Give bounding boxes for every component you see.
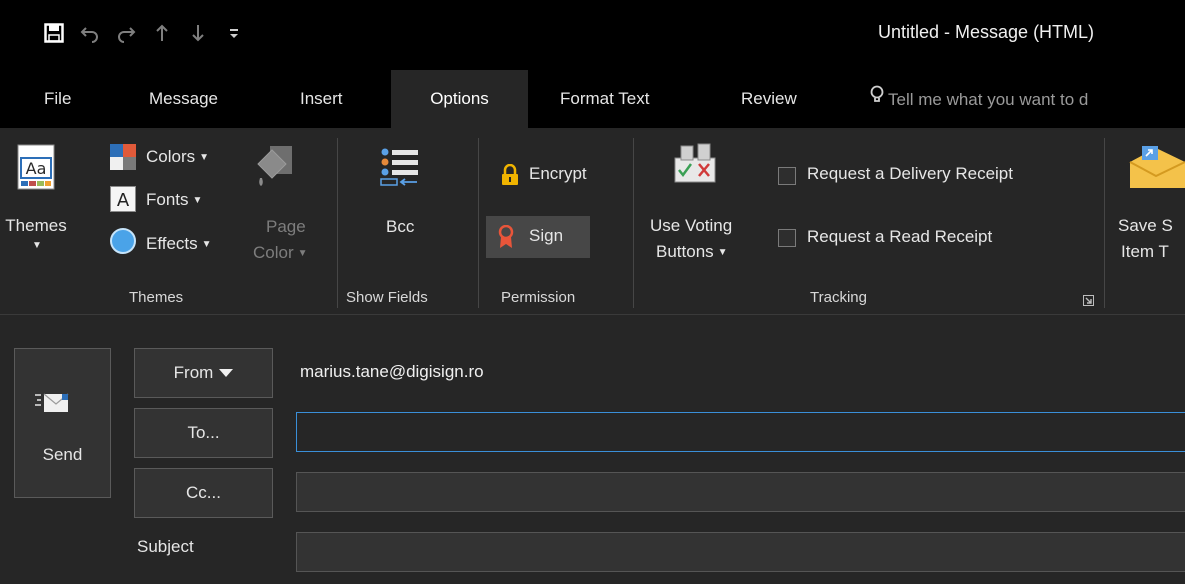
ribbon-tabs: File Message Insert Options Format Text …: [0, 70, 1185, 128]
tab-review[interactable]: Review: [741, 70, 797, 128]
arrow-down-icon[interactable]: [180, 18, 216, 48]
title-bar: Untitled - Message (HTML): [0, 0, 1185, 70]
voting-buttons-icon[interactable]: [673, 142, 717, 189]
undo-icon[interactable]: [72, 18, 108, 48]
delivery-receipt-label[interactable]: Request a Delivery Receipt: [807, 164, 1013, 184]
sign-button[interactable]: Sign: [486, 216, 590, 258]
to-input[interactable]: [296, 412, 1185, 452]
envelope-send-icon: [35, 391, 71, 420]
from-label: From: [173, 363, 214, 382]
tab-message[interactable]: Message: [149, 70, 218, 128]
subject-input[interactable]: [296, 532, 1185, 572]
read-receipt-checkbox[interactable]: [778, 229, 796, 247]
tab-insert[interactable]: Insert: [300, 70, 343, 128]
themes-icon[interactable]: Aa: [17, 144, 55, 195]
read-receipt-label[interactable]: Request a Read Receipt: [807, 227, 992, 247]
tab-file[interactable]: File: [44, 70, 71, 128]
customize-icon[interactable]: [216, 18, 252, 48]
paint-bucket-icon: [254, 144, 294, 195]
window-title: Untitled - Message (HTML): [878, 22, 1095, 42]
tab-options[interactable]: Options: [391, 70, 528, 128]
cc-input[interactable]: [296, 472, 1185, 512]
save-sent-item-label-line1[interactable]: Save S: [1118, 216, 1173, 236]
delivery-receipt-checkbox[interactable]: [778, 167, 796, 185]
subject-label: Subject: [137, 537, 194, 556]
group-separator: [633, 138, 634, 308]
from-address: marius.tane@digisign.ro: [300, 362, 484, 381]
arrow-up-icon[interactable]: [144, 18, 180, 48]
group-separator: [1104, 138, 1105, 308]
chevron-down-icon: [219, 369, 234, 377]
tell-me-placeholder: Tell me what you want to d: [888, 90, 1089, 109]
themes-dropdown-caret[interactable]: ▼: [32, 240, 42, 251]
save-icon[interactable]: [36, 18, 72, 48]
send-button[interactable]: Send: [14, 348, 111, 498]
sign-label: Sign: [529, 226, 564, 245]
colors-icon: [110, 144, 136, 175]
tab-format-text[interactable]: Format Text: [560, 70, 649, 128]
fonts-button[interactable]: Fonts ▼: [146, 190, 202, 210]
tell-me-search[interactable]: Tell me what you want to d: [870, 70, 1088, 128]
lightbulb-icon: [870, 70, 884, 128]
bcc-icon[interactable]: [379, 148, 421, 193]
group-separator: [478, 138, 479, 308]
ribbon-seal-icon: [498, 224, 514, 254]
group-label-show-fields: Show Fields: [346, 289, 428, 306]
group-label-themes: Themes: [129, 289, 184, 306]
ribbon: Aa Themes ▼ Colors ▼ A Fonts ▼ Effects ▼ Pa…: [0, 128, 1185, 314]
group-separator: [337, 138, 338, 308]
effects-icon: [110, 228, 136, 259]
bcc-button[interactable]: Bcc: [386, 217, 414, 237]
encrypt-button[interactable]: Encrypt: [529, 164, 587, 184]
group-label-permission: Permission: [501, 289, 576, 306]
colors-button[interactable]: Colors ▼: [146, 147, 209, 167]
effects-button[interactable]: Effects ▼: [146, 234, 212, 254]
ribbon-divider: [0, 314, 1185, 315]
group-label-tracking: Tracking: [810, 289, 867, 306]
page-color-button[interactable]: Color ▼: [253, 243, 308, 263]
svg-text:A: A: [117, 190, 130, 211]
use-voting-buttons-dropdown[interactable]: Buttons ▼: [656, 242, 728, 262]
fonts-icon: A: [110, 186, 136, 217]
page-color-label-line1[interactable]: Page: [266, 217, 306, 237]
cc-button[interactable]: Cc...: [134, 468, 273, 518]
save-sent-item-icon[interactable]: [1128, 144, 1185, 195]
send-label: Send: [42, 445, 83, 464]
save-sent-item-label-line2[interactable]: Item T: [1121, 242, 1169, 262]
voting-label-line1[interactable]: Use Voting: [650, 216, 732, 236]
themes-button[interactable]: Themes: [0, 216, 72, 236]
to-button[interactable]: To...: [134, 408, 273, 458]
redo-icon[interactable]: [108, 18, 144, 48]
dialog-launcher-icon[interactable]: [1083, 293, 1094, 311]
svg-text:Aa: Aa: [26, 159, 47, 178]
quick-access-toolbar: [36, 18, 252, 48]
lock-icon: [501, 163, 519, 191]
from-button[interactable]: From: [134, 348, 273, 398]
